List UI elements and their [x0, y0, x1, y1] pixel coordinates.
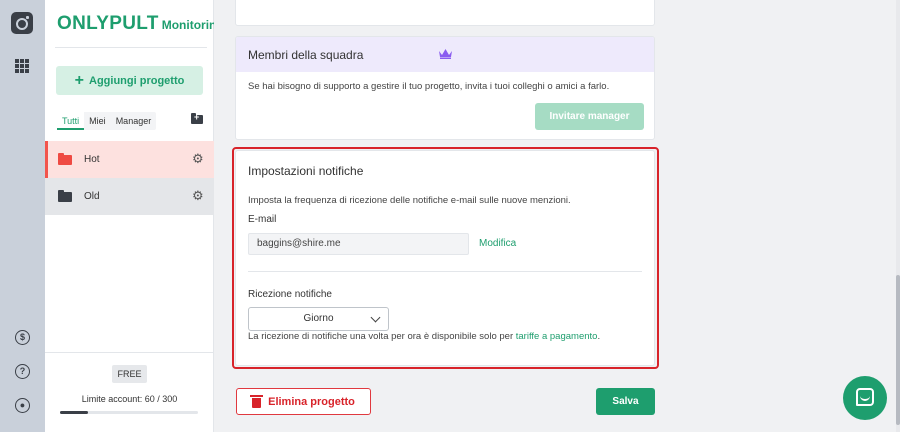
apps-grid-icon[interactable] — [15, 59, 29, 73]
account-limit-fill — [60, 411, 88, 414]
project-item-hot[interactable]: Hot ⚙ — [45, 141, 214, 178]
sidebar-divider — [45, 352, 213, 353]
project-filter-tabs: Tutti Miei Manager — [57, 112, 157, 130]
plus-icon: + — [74, 71, 85, 89]
profile-icon[interactable]: ● — [15, 398, 30, 413]
account-limit-label: Limite account: 60 / 300 — [81, 394, 178, 404]
gear-icon[interactable]: ⚙ — [192, 189, 204, 202]
highlight-frame — [232, 147, 659, 369]
sidebar-divider — [55, 47, 207, 48]
app-rail: $ ? ● — [0, 0, 45, 432]
save-button[interactable]: Salva — [596, 388, 655, 415]
team-members-card: Membri della squadra Se hai bisogno di s… — [235, 36, 655, 140]
main-content: Membri della squadra Se hai bisogno di s… — [214, 0, 900, 432]
chat-icon — [856, 388, 874, 406]
folder-icon — [58, 190, 72, 202]
folder-icon — [58, 153, 72, 165]
add-project-button[interactable]: + Aggiungi progetto — [56, 66, 203, 95]
account-limit-bar — [60, 411, 198, 414]
app-logo-icon[interactable] — [11, 12, 33, 34]
scrollbar-thumb[interactable] — [896, 275, 900, 425]
tab-all[interactable]: Tutti — [57, 112, 85, 130]
team-card-description: Se hai bisogno di supporto a gestire il … — [248, 81, 610, 92]
gear-icon[interactable]: ⚙ — [192, 152, 204, 165]
project-name: Old — [84, 191, 100, 202]
tab-manager[interactable]: Manager — [111, 112, 157, 130]
team-card-header: Membri della squadra — [236, 37, 654, 72]
project-name: Hot — [84, 154, 100, 165]
project-item-old[interactable]: Old ⚙ — [45, 178, 214, 215]
add-folder-icon[interactable] — [191, 112, 203, 124]
team-card-title: Membri della squadra — [248, 47, 364, 62]
chat-support-button[interactable] — [843, 376, 887, 420]
invite-manager-button[interactable]: Invitare manager — [535, 103, 644, 130]
tab-mine[interactable]: Miei — [84, 112, 111, 130]
plan-badge: FREE — [112, 365, 147, 383]
help-icon[interactable]: ? — [15, 364, 30, 379]
delete-project-button[interactable]: Elimina progetto — [236, 388, 371, 415]
previous-card — [235, 0, 655, 26]
trash-icon — [250, 394, 264, 408]
billing-icon[interactable]: $ — [15, 330, 30, 345]
project-sidebar: ONLYPULT Monitoring + Aggiungi progetto … — [45, 0, 224, 432]
crown-icon — [439, 49, 452, 59]
brand-logo: ONLYPULT Monitoring — [57, 13, 224, 34]
